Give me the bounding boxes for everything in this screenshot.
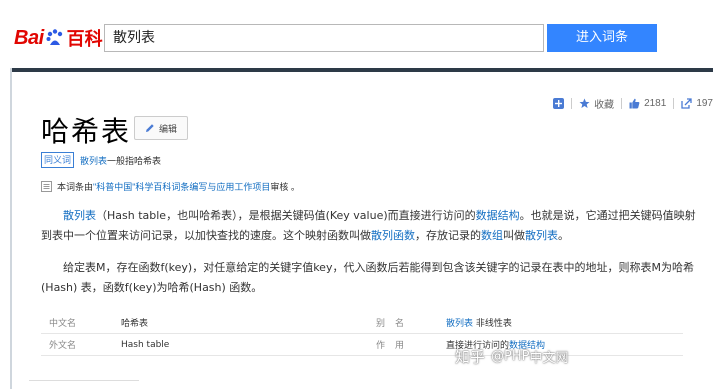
watermark-text: @PHP [491, 349, 530, 364]
logo-baike-text: 百科 [66, 29, 103, 49]
review-prefix: 本词条由 [57, 182, 94, 192]
review-suffix: 审核 。 [270, 182, 300, 192]
page-title: 哈希表 [41, 115, 132, 148]
synonym-link[interactable]: 散列表 [80, 154, 107, 167]
share-icon[interactable] [681, 97, 692, 109]
divider [621, 97, 623, 109]
enter-entry-button[interactable]: 进入词条 [547, 24, 657, 52]
link-hash-function[interactable]: 散列函数 [371, 229, 415, 242]
synonym-tag[interactable]: 同义词 [41, 152, 75, 168]
logo-bai-text: Bai [14, 26, 44, 49]
info-key: 中文名 [41, 312, 121, 334]
summary-paragraph: 散列表（Hash table，也叫哈希表），是根据关键码值(Key value)… [41, 206, 696, 246]
divider [29, 380, 139, 381]
divider [571, 97, 573, 109]
info-table: 中文名 哈希表 别名 散列表 非线性表 外文名 Hash table 作用 直接… [41, 312, 683, 356]
definition-text: 给定表M，存在函数f(key)，对任意给定的关键字值key，代入函数后若能得到包… [41, 261, 694, 294]
baidu-baike-logo[interactable]: Bai 百科 [14, 24, 103, 52]
thumbs-up-icon[interactable] [629, 98, 640, 109]
synonym-text: 一般指哈希表 [107, 155, 162, 166]
table-row: 中文名 哈希表 别名 散列表 非线性表 [41, 312, 683, 334]
info-key: 外文名 [41, 333, 121, 356]
text-segment: 叫做 [503, 229, 525, 242]
collect-label[interactable]: 收藏 [594, 96, 614, 111]
review-notice: 本词条由 "科普中国"科学百科词条编写与应用工作项目 审核 。 [41, 180, 300, 193]
watermark-text-2: 中文网 [529, 351, 569, 366]
pencil-icon [145, 124, 154, 132]
add-icon[interactable] [553, 97, 565, 109]
info-value: 哈希表 [121, 312, 376, 334]
info-key: 别名 [376, 312, 446, 334]
info-key: 作用 [376, 333, 446, 356]
star-icon[interactable] [579, 98, 590, 109]
document-icon [41, 181, 52, 192]
text-segment: （Hash table，也叫哈希表），是根据关键码值(Key value)而直接… [96, 209, 476, 222]
info-value: 散列表 非线性表 [446, 312, 683, 334]
definition-paragraph: 给定表M，存在函数f(key)，对任意给定的关键字值key，代入函数后若能得到包… [41, 258, 696, 298]
link-hash-table[interactable]: 散列表 [63, 209, 96, 222]
table-row: 外文名 Hash table 作用 直接进行访问的数据结构 [41, 333, 683, 356]
edit-label: 编辑 [158, 123, 177, 134]
entry-actions: 收藏 2181 197 [553, 95, 713, 111]
edit-button[interactable]: 编辑 [134, 116, 188, 140]
text-segment: ，存放记录的 [415, 229, 481, 242]
info-value: Hash table [121, 333, 376, 356]
search-input[interactable]: 散列表 [104, 24, 544, 52]
info-text: 非线性表 [473, 319, 512, 329]
info-link[interactable]: 散列表 [446, 319, 473, 329]
text-segment: 。 [558, 229, 569, 242]
link-data-structure[interactable]: 数据结构 [476, 209, 520, 222]
like-count[interactable]: 2181 [644, 98, 666, 109]
synonym-row: 同义词 散列表 一般指哈希表 [41, 152, 161, 168]
link-hash-table-2[interactable]: 散列表 [525, 229, 558, 242]
watermark: 知乎 @PHP 中文网 [455, 346, 569, 367]
link-array[interactable]: 数组 [481, 229, 503, 242]
entry-content: 收藏 2181 197 哈希表 编辑 同义词 散列表 一般指哈希表 本词条由 "… [12, 72, 713, 389]
review-link[interactable]: "科普中国"科学百科词条编写与应用工作项目 [93, 180, 270, 193]
watermark-zhihu: 知乎 [455, 348, 486, 366]
share-count[interactable]: 197 [696, 98, 713, 109]
divider [673, 97, 675, 109]
top-bar: Bai 百科 散列表 进入词条 [0, 0, 713, 70]
paw-icon [46, 29, 62, 45]
